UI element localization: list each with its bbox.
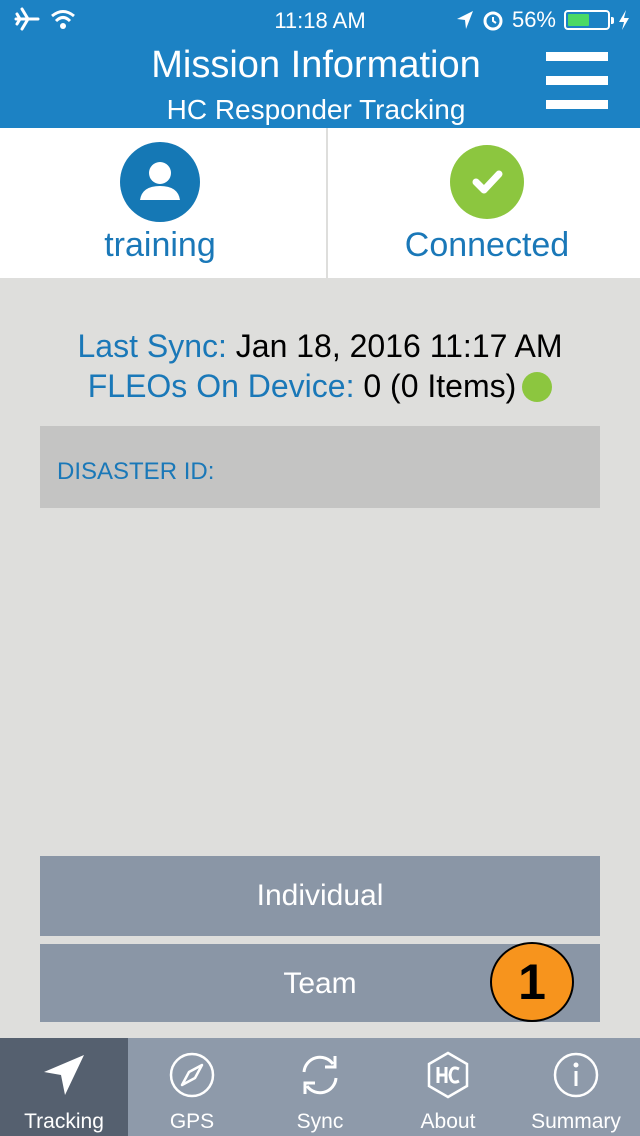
menu-bar-top	[546, 52, 608, 61]
status-bar: 11:18 AM 56%	[0, 0, 640, 40]
connection-panel[interactable]: Connected	[326, 128, 640, 278]
menu-bar-bottom	[546, 100, 608, 109]
last-sync-line: Last Sync: Jan 18, 2016 11:17 AM	[0, 328, 640, 365]
tab-about[interactable]: About	[384, 1038, 512, 1136]
status-right: 56%	[456, 7, 630, 33]
tab-tracking[interactable]: Tracking	[0, 1038, 128, 1136]
last-sync-label: Last Sync:	[77, 328, 227, 364]
battery-icon	[564, 10, 614, 30]
disaster-id-label: DISASTER ID:	[57, 458, 215, 485]
page-title: Mission Information	[151, 44, 481, 86]
connection-label: Connected	[404, 226, 570, 264]
sync-icon	[302, 1055, 338, 1095]
tab-summary[interactable]: Summary	[512, 1038, 640, 1136]
user-icon	[120, 142, 200, 222]
tab-label: About	[420, 1110, 476, 1133]
user-panel[interactable]: training	[0, 128, 320, 278]
hc-logo-icon	[427, 1051, 469, 1099]
individual-button[interactable]: Individual	[40, 856, 600, 936]
tab-gps[interactable]: GPS	[128, 1038, 256, 1136]
alarm-icon	[483, 11, 503, 31]
tab-bar: Tracking GPS Sync About Summary	[0, 1038, 640, 1136]
menu-bar-middle	[546, 76, 608, 85]
page-subtitle: HC Responder Tracking	[166, 94, 466, 125]
navigation-arrow-icon	[44, 1055, 84, 1095]
location-arrow-icon	[456, 11, 473, 29]
tab-label: GPS	[169, 1110, 215, 1133]
compass-icon	[169, 1052, 215, 1098]
info-icon	[553, 1052, 599, 1098]
callout-badge: 1	[490, 942, 574, 1022]
user-label: training	[104, 226, 216, 264]
tab-label: Summary	[531, 1110, 621, 1133]
fleos-value: 0 (0 Items)	[363, 368, 517, 404]
fleos-label: FLEOs On Device:	[87, 368, 355, 404]
status-panels: training Connected	[0, 128, 640, 278]
charging-icon	[619, 10, 629, 30]
battery-fill	[568, 14, 589, 26]
tab-label: Tracking	[24, 1110, 104, 1133]
fleos-line: FLEOs On Device: 0 (0 Items)	[0, 368, 640, 405]
status-dot-icon	[522, 372, 553, 402]
checkmark-icon	[450, 145, 524, 219]
battery-percent: 56%	[511, 7, 556, 32]
last-sync-value: Jan 18, 2016 11:17 AM	[235, 328, 563, 364]
header: 11:18 AM 56% Mission Information HC Resp…	[0, 0, 640, 128]
tab-label: Sync	[296, 1110, 344, 1133]
menu-button[interactable]	[546, 52, 608, 114]
disaster-id-field[interactable]: DISASTER ID:	[40, 426, 600, 508]
tab-sync[interactable]: Sync	[256, 1038, 384, 1136]
